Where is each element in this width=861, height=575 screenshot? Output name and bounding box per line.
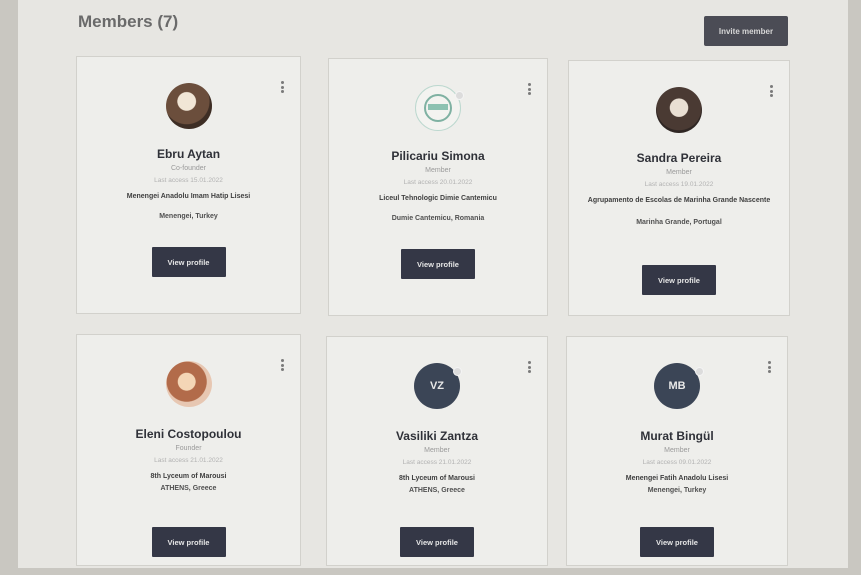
last-access: Last access 21.01.2022 — [154, 457, 223, 464]
member-organization: 8th Lyceum of Marousi — [150, 473, 227, 480]
member-name[interactable]: Sandra Pereira — [579, 151, 779, 165]
avatar[interactable] — [165, 361, 212, 407]
member-role: Member — [666, 169, 692, 176]
members-header: Members (7) Invite member — [78, 12, 788, 46]
kebab-menu-icon[interactable] — [527, 361, 531, 373]
member-card: Eleni Costopoulou Founder Last access 21… — [76, 334, 301, 566]
member-organization: Liceul Tehnologic Dimie Cantemicu — [379, 195, 497, 202]
member-role: Member — [664, 447, 690, 454]
member-location: Marinha Grande, Portugal — [636, 219, 722, 226]
last-access: Last access 15.01.2022 — [154, 177, 223, 184]
view-profile-button[interactable]: View profile — [151, 527, 226, 557]
member-name[interactable]: Eleni Costopoulou — [87, 427, 290, 441]
members-grid: Ebru Aytan Co-founder Last access 15.01.… — [76, 56, 821, 566]
member-card: Sandra Pereira Member Last access 19.01.… — [568, 60, 790, 316]
kebab-menu-icon[interactable] — [767, 361, 771, 373]
last-access: Last access 20.01.2022 — [403, 179, 473, 186]
member-card: Ebru Aytan Co-founder Last access 15.01.… — [76, 56, 301, 314]
member-location: ATHENS, Greece — [160, 485, 217, 492]
view-profile-button[interactable]: View profile — [642, 265, 716, 295]
member-role: Member — [425, 167, 451, 174]
view-profile-button[interactable]: View profile — [151, 247, 226, 277]
member-organization: Menengei Fatih Anadolu Lisesi — [625, 475, 729, 482]
school-logo-band — [428, 104, 448, 110]
member-name[interactable]: Pilicariu Simona — [339, 149, 537, 163]
view-profile-button[interactable]: View profile — [401, 249, 475, 279]
member-role: Member — [424, 447, 450, 454]
kebab-menu-icon[interactable] — [280, 359, 284, 371]
avatar[interactable] — [656, 87, 702, 133]
member-name[interactable]: Ebru Aytan — [87, 147, 290, 161]
member-name[interactable]: Vasiliki Zantza — [337, 429, 537, 443]
member-location: ATHENS, Greece — [409, 487, 465, 494]
status-badge — [695, 367, 704, 376]
avatar[interactable]: MB — [654, 363, 700, 409]
members-page: Members (7) Invite member Ebru Aytan Co-… — [18, 0, 848, 568]
member-role: Founder — [175, 445, 202, 452]
kebab-menu-icon[interactable] — [280, 81, 284, 93]
kebab-menu-icon[interactable] — [527, 83, 531, 95]
member-name[interactable]: Murat Bingül — [577, 429, 777, 443]
last-access: Last access 09.01.2022 — [642, 459, 712, 466]
last-access: Last access 19.01.2022 — [644, 181, 714, 188]
member-card: VZ Vasiliki Zantza Member Last access 21… — [326, 336, 548, 566]
invite-member-button[interactable]: Invite member — [704, 16, 788, 46]
page-title: Members (7) — [78, 12, 179, 31]
member-location: Dumie Cantemicu, Romania — [391, 215, 485, 222]
member-location: Menengei, Turkey — [159, 213, 218, 220]
member-organization: Agrupamento de Escolas de Marinha Grande… — [587, 197, 771, 204]
status-badge — [455, 91, 464, 100]
avatar[interactable] — [415, 85, 461, 131]
avatar[interactable] — [165, 83, 212, 129]
kebab-menu-icon[interactable] — [769, 85, 773, 97]
member-card: MB Murat Bingül Member Last access 09.01… — [566, 336, 788, 566]
member-organization: Menengei Anadolu Imam Hatip Lisesi — [126, 193, 251, 200]
member-card: Pilicariu Simona Member Last access 20.0… — [328, 58, 548, 316]
last-access: Last access 21.01.2022 — [402, 459, 472, 466]
status-badge — [453, 367, 462, 376]
member-organization: 8th Lyceum of Marousi — [399, 475, 475, 482]
view-profile-button[interactable]: View profile — [400, 527, 474, 557]
view-profile-button[interactable]: View profile — [640, 527, 714, 557]
member-role: Co-founder — [170, 165, 207, 172]
member-location: Menengei, Turkey — [647, 487, 707, 494]
